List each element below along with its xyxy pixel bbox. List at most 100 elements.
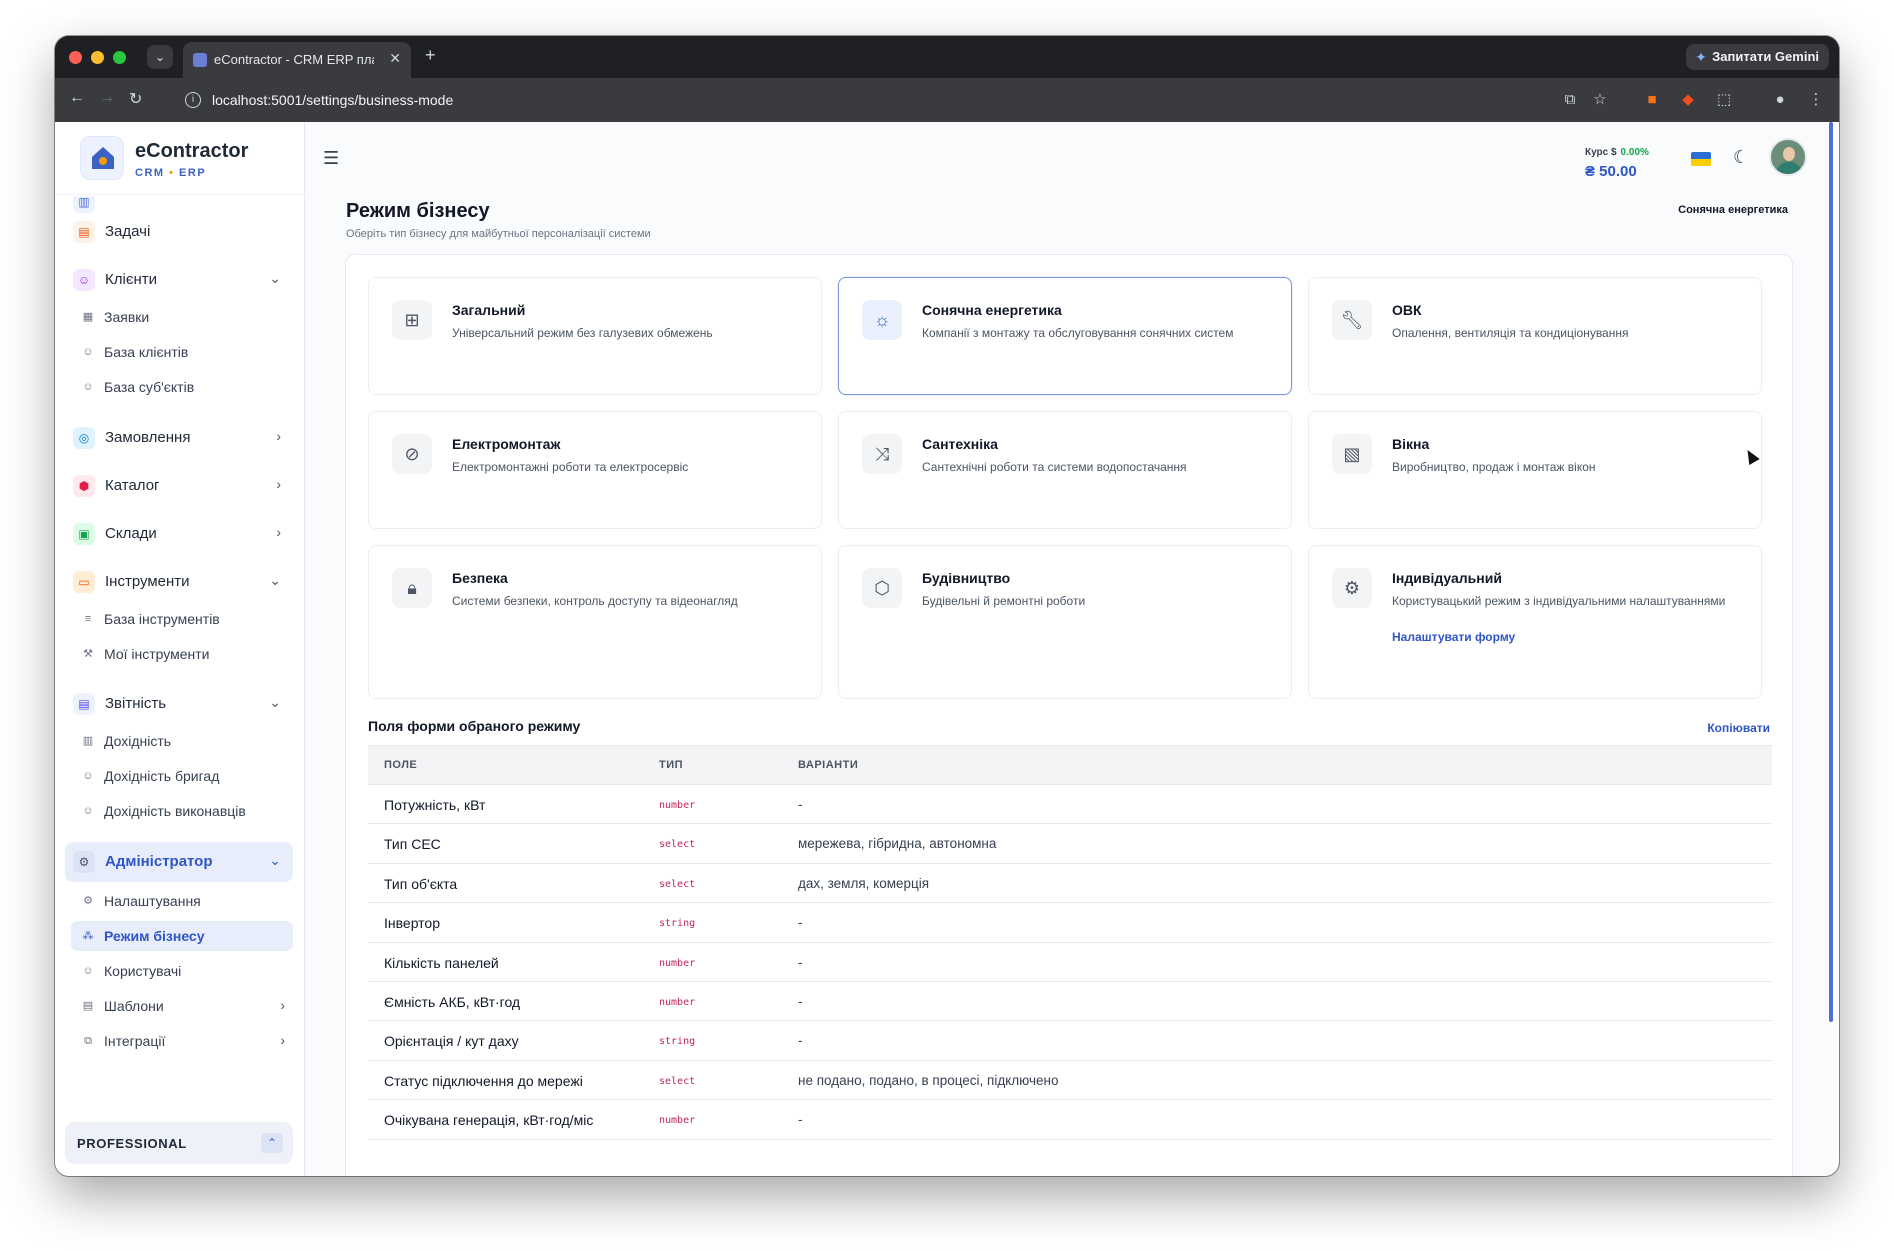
sidebar-item-label: Адміністратор — [105, 853, 213, 870]
list-icon: ▦ — [82, 311, 94, 323]
profile-icon[interactable]: ● — [1771, 91, 1789, 109]
mode-card-construction[interactable]: ⬡ Будівництво Будівельні й ремонтні робо… — [838, 545, 1292, 699]
mode-card-solar[interactable]: ☼ Сонячна енергетика Компанії з монтажу … — [838, 277, 1292, 395]
sidebar-subitem-integrations[interactable]: ⧉ Інтеграції › — [71, 1026, 293, 1052]
eye-off-icon: ⊘ — [392, 434, 432, 474]
avatar[interactable] — [1769, 138, 1807, 176]
back-arrow-icon[interactable]: ← — [69, 89, 85, 107]
site-info-icon[interactable]: i — [185, 92, 201, 108]
wrench-icon: 🔧︎ — [1332, 300, 1372, 340]
menu-toggle-icon[interactable]: ☰ — [323, 148, 339, 169]
users-icon: ☺ — [73, 269, 95, 291]
mode-title: Загальний — [452, 302, 526, 318]
chevron-right-icon: › — [276, 428, 281, 444]
grid-icon: ⊞ — [392, 300, 432, 340]
chevron-right-icon: › — [276, 524, 281, 540]
field-name: Ємність АКБ, кВт·год — [384, 993, 521, 1010]
copy-button[interactable]: Копіювати — [1707, 721, 1770, 735]
sidebar-item-label: Задачі — [105, 223, 151, 240]
sparkle-icon: ✦ — [1695, 49, 1707, 65]
user-icon: ☺ — [82, 381, 94, 393]
table-row: Потужність, кВт number - — [368, 785, 1772, 825]
sidebar-subitem-users[interactable]: ☺ Користувачі — [71, 956, 293, 986]
sidebar-subitem-business-mode[interactable]: ⁂ Режим бізнесу — [71, 921, 293, 951]
mode-description: Будівельні й ремонтні роботи — [922, 594, 1086, 608]
sidebar-subitem-tool-base[interactable]: ≡ База інструментів — [71, 604, 293, 634]
scrollbar[interactable] — [1829, 122, 1833, 1022]
browser-tab[interactable]: eContractor - CRM ERP плат... ✕ — [183, 42, 411, 78]
gemini-button[interactable]: ✦ Запитати Gemini — [1686, 44, 1829, 70]
sidebar-item-tools[interactable]: ▭ Інструменти ⌄ — [65, 562, 293, 602]
mode-description: Компанії з монтажу та обслуговування сон… — [922, 326, 1234, 340]
sidebar-item-clients[interactable]: ☺ Клієнти ⌄ — [65, 260, 293, 300]
current-mode-label: Сонячна енергетика — [1678, 204, 1788, 216]
sidebar-subitem-client-base[interactable]: ☺ База клієнтів — [71, 337, 293, 367]
tab-title: eContractor - CRM ERP плат... — [214, 52, 374, 67]
bookmark-star-icon[interactable]: ☆ — [1591, 91, 1609, 109]
sidebar-subitem-requests[interactable]: ▦ Заявки — [71, 302, 293, 332]
gear-icon: ⚙ — [1332, 568, 1372, 608]
field-options: мережева, гібридна, автономна — [798, 836, 997, 852]
maximize-window-button[interactable] — [113, 51, 126, 64]
report-icon: ▤ — [73, 693, 95, 715]
sidebar-item-catalog[interactable]: ⬢ Каталог › — [65, 466, 293, 506]
sidebar-subitem-team-profitability[interactable]: ☺ Дохідність бригад — [71, 761, 293, 791]
reload-icon[interactable]: ↻ — [129, 89, 142, 109]
field-type: string — [659, 1036, 696, 1048]
field-name: Статус підключення до мережі — [384, 1072, 583, 1089]
plan-badge[interactable]: PROFESSIONAL ⌃ — [65, 1122, 293, 1164]
sidebar-subitem-templates[interactable]: ▤ Шаблони › — [71, 991, 293, 1021]
business-mode-panel: ⊞ Загальний Універсальний режим без галу… — [345, 254, 1793, 1176]
sidebar-item-orders[interactable]: ◎ Замовлення › — [65, 418, 293, 458]
new-tab-button[interactable]: + — [425, 45, 436, 66]
chevron-up-icon[interactable]: ⌃ — [261, 1133, 283, 1153]
field-name: Інвертор — [384, 915, 440, 932]
tab-close-icon[interactable]: ✕ — [389, 50, 401, 67]
user-icon: ☺ — [82, 346, 94, 358]
mode-card-security[interactable]: 🔒︎ Безпека Системи безпеки, контроль дос… — [368, 545, 822, 699]
mode-card-electrical[interactable]: ⊘ Електромонтаж Електромонтажні роботи т… — [368, 411, 822, 529]
sidebar-subitem-settings[interactable]: ⚙ Налаштування — [71, 886, 293, 916]
forward-arrow-icon[interactable]: → — [99, 89, 115, 107]
mode-card-plumbing[interactable]: ⤨ Сантехніка Сантехнічні роботи та систе… — [838, 411, 1292, 529]
mode-description: Користувацький режим з індивідуальними н… — [1392, 594, 1726, 608]
mode-title: Будівництво — [922, 570, 1011, 586]
field-type: string — [659, 918, 696, 930]
column-header-field: ПОЛЕ — [384, 759, 418, 771]
close-window-button[interactable] — [69, 51, 82, 64]
field-name: Очікувана генерація, кВт·год/міс — [384, 1112, 594, 1129]
plan-label: PROFESSIONAL — [77, 1136, 187, 1151]
field-options: - — [798, 954, 803, 970]
sidebar-item-tasks[interactable]: ▤ Задачі — [65, 212, 293, 252]
language-flag-icon[interactable] — [1691, 152, 1711, 166]
figma-icon[interactable]: ◆ — [1679, 91, 1697, 109]
sidebar-item-reports[interactable]: ▤ Звітність ⌄ — [65, 684, 293, 724]
sidebar-item-admin[interactable]: ⚙ Адміністратор ⌄ — [65, 842, 293, 882]
sidebar-item-warehouses[interactable]: ▣ Склади › — [65, 514, 293, 554]
install-app-icon[interactable]: ⧉ — [1561, 91, 1579, 109]
menu-dots-icon[interactable]: ⋮ — [1807, 91, 1825, 109]
user-icon: ☺ — [82, 770, 94, 782]
sidebar-subitem-entities[interactable]: ☺ База суб'єктів — [71, 372, 293, 402]
sidebar-subitem-contractor-profitability[interactable]: ☺ Дохідність виконавців — [71, 796, 293, 826]
extension-orange-icon[interactable]: ■ — [1643, 91, 1661, 109]
sidebar-subitem-my-tools[interactable]: ⚒ Мої інструменти — [71, 639, 293, 669]
configure-form-link[interactable]: Налаштувати форму — [1392, 630, 1515, 644]
address-bar[interactable]: i localhost:5001/settings/business-mode — [177, 84, 1717, 116]
sidebar-subitem-profitability[interactable]: ▥ Дохідність — [71, 726, 293, 756]
minimize-window-button[interactable] — [91, 51, 104, 64]
mode-card-general[interactable]: ⊞ Загальний Універсальний режим без галу… — [368, 277, 822, 395]
tab-list-chevron-icon[interactable]: ⌄ — [147, 45, 173, 69]
field-type: select — [659, 839, 696, 851]
url-text: localhost:5001/settings/business-mode — [212, 92, 454, 108]
sidebar-subitem-label: Дохідність виконавців — [104, 803, 246, 819]
mode-card-windows[interactable]: ▧ Вікна Виробництво, продаж і монтаж вік… — [1308, 411, 1762, 529]
chevron-down-icon: ⌄ — [269, 572, 281, 588]
extensions-puzzle-icon[interactable]: ⬚ — [1715, 91, 1733, 109]
sun-icon: ☼ — [862, 300, 902, 340]
sidebar-item-label: Клієнти — [105, 271, 158, 288]
mode-card-hvac[interactable]: 🔧︎ ОВК Опалення, вентиляція та кондиціон… — [1308, 277, 1762, 395]
brand[interactable]: eContractor CRM • ERP — [55, 122, 305, 195]
mode-card-custom[interactable]: ⚙ Індивідуальний Користувацький режим з … — [1308, 545, 1762, 699]
theme-moon-icon[interactable]: ☾ — [1733, 147, 1749, 168]
